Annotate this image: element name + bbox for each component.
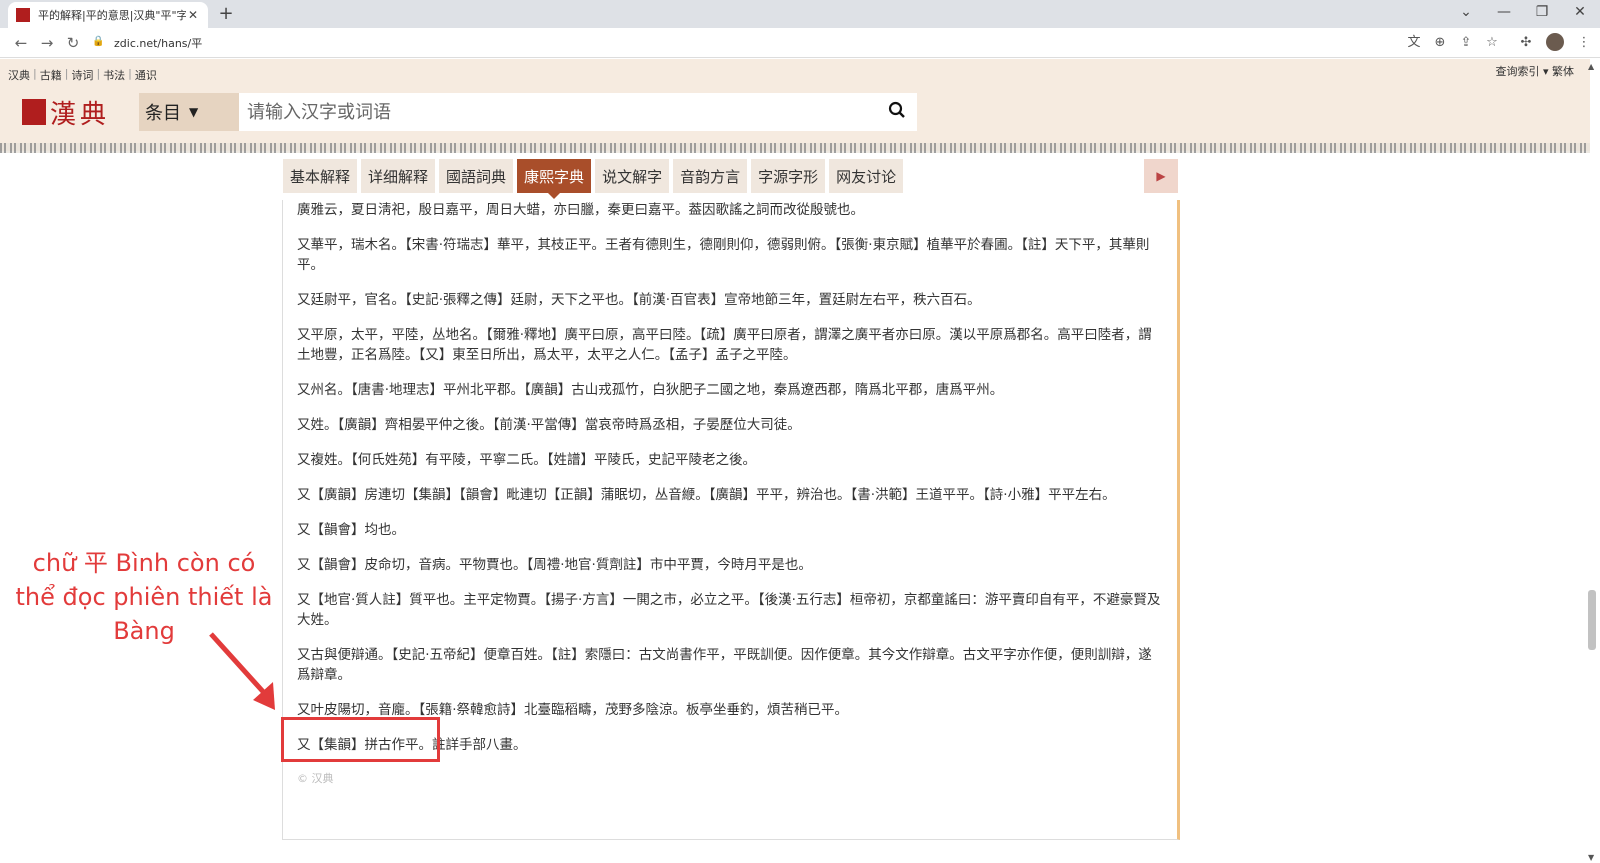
zdic-favicon-icon <box>16 8 30 22</box>
minimize-button[interactable]: — <box>1494 4 1514 20</box>
back-arrow-icon[interactable]: ← <box>8 30 34 56</box>
share-icon[interactable]: ⇪ <box>1456 33 1476 53</box>
logo-text: 漢典 <box>50 99 111 130</box>
profile-avatar[interactable] <box>1546 33 1564 51</box>
translate-icon[interactable]: 文 <box>1404 33 1424 53</box>
tab-ziyuan[interactable]: 字源字形 <box>751 159 826 193</box>
url-field[interactable]: 🔒 zdic.net/hans/平 <box>92 31 1392 55</box>
entry-paragraph: 又複姓。【何氏姓苑】有平陵，平寧二氏。【姓譜】平陵氏，史記平陵老之後。 <box>297 452 756 468</box>
entry-paragraph: 又州名。【唐書·地理志】平州北平郡。【廣韻】古山戎孤竹，白狄肥子二國之地，秦爲遼… <box>297 382 1004 398</box>
tab-guoyu[interactable]: 國語詞典 <box>439 159 514 193</box>
close-window-button[interactable]: ✕ <box>1570 4 1590 20</box>
entry-paragraph: 又【地官·質人註】質平也。主平定物賈。【揚子·方言】一閧之市，必立之平。【後漢·… <box>297 592 1161 628</box>
tab-basic[interactable]: 基本解释 <box>283 159 358 193</box>
scrollbar-thumb[interactable] <box>1588 590 1596 650</box>
url-text: zdic.net/hans/平 <box>114 37 203 50</box>
tab-detailed[interactable]: 详细解释 <box>361 159 436 193</box>
tab-kangxi[interactable]: 康熙字典 <box>517 159 592 199</box>
browser-tabbar: 平的解释|平的意思|汉典"平"字的 ✕ + ⌄ — ❐ ✕ <box>0 0 1600 28</box>
index-and-traditional-link[interactable]: 查询索引 ▾ 繁体 <box>1495 63 1574 79</box>
restore-button[interactable]: ❐ <box>1532 4 1552 20</box>
site-logo[interactable]: 漢典 <box>22 97 110 130</box>
search-icon[interactable] <box>877 101 917 124</box>
site-header: 汉典 | 古籍 | 诗词 | 书法 | 通识 查询索引 ▾ 繁体 漢典 条目 ▼ <box>0 59 1590 151</box>
entry-paragraph: 又【廣韻】房連切【集韻】【韻會】毗連切【正韻】蒲眠切，丛音緶。【廣韻】平平，辨治… <box>297 487 1116 503</box>
top-link-guji[interactable]: 古籍 <box>40 67 62 83</box>
entry-paragraph: 又【韻會】均也。 <box>297 522 405 538</box>
entry-paragraph: 又【韻會】皮命切，音病。平物賈也。【周禮·地官·質劑註】市中平賈，今時月平是也。 <box>297 557 812 573</box>
copyright-footer: © 汉典 <box>297 772 334 785</box>
top-link-shufa[interactable]: 书法 <box>103 67 125 83</box>
reload-icon[interactable]: ↻ <box>60 30 86 56</box>
entry-paragraph: 廣雅云，夏日淸祀，殷日嘉平，周日大蜡，亦曰臘，秦更曰嘉平。葢因歌謠之詞而改從殷號… <box>297 202 864 218</box>
address-bar: ← → ↻ 🔒 zdic.net/hans/平 文 ⊕ ⇪ ☆ ✣ ⋮ <box>0 28 1600 58</box>
dictionary-tabs: 基本解释 详细解释 國語詞典 康熙字典 说文解字 音韵方言 字源字形 网友讨论 <box>283 159 904 199</box>
entry-paragraph: 又姓。【廣韻】齊相晏平仲之後。【前漢·平當傳】當哀帝時爲丞相，子晏歷位大司徒。 <box>297 417 801 433</box>
entry-paragraph: 又廷尉平，官名。【史記·張釋之傳】廷尉，天下之平也。【前漢·百官表】宣帝地節三年… <box>297 292 981 308</box>
tab-next-arrow-icon[interactable]: ▶ <box>1144 159 1178 193</box>
forward-arrow-icon[interactable]: → <box>34 30 60 56</box>
search-box <box>239 93 917 131</box>
scroll-up-icon[interactable]: ▲ <box>1588 62 1594 71</box>
more-menu-icon[interactable]: ⋮ <box>1574 33 1594 53</box>
decorative-border <box>0 143 1590 153</box>
annotation-highlight-box <box>281 717 440 762</box>
bookmark-star-icon[interactable]: ☆ <box>1482 33 1502 53</box>
entry-paragraph: 又華平，瑞木名。【宋書·符瑞志】華平，其枝正平。王者有德則生，德剛則仰，德弱則俯… <box>297 237 1150 273</box>
category-label: 条目 <box>145 103 181 124</box>
search-input[interactable] <box>247 101 877 123</box>
page: 汉典| 古籍| 诗词| 书法| 通识 查询索引 ▾ 繁体 漢典 条目 ▼ <box>0 59 1600 863</box>
top-links: 汉典 | 古籍 | 诗词 | 书法 | 通识 <box>8 67 157 83</box>
top-link-hantian[interactable]: 汉典 <box>8 67 30 83</box>
seal-icon <box>22 99 46 125</box>
extensions-icon[interactable]: ✣ <box>1516 33 1536 53</box>
caret-down-icon: ▼ <box>189 105 199 119</box>
top-link-tongshi[interactable]: 通识 <box>135 67 157 83</box>
tab-search-icon[interactable]: ⌄ <box>1456 4 1476 20</box>
browser-tab[interactable]: 平的解释|平的意思|汉典"平"字的 ✕ <box>8 2 208 28</box>
tab-yinyun[interactable]: 音韵方言 <box>673 159 748 193</box>
top-link-shici[interactable]: 诗词 <box>71 67 93 83</box>
annotation-arrow-icon <box>209 632 275 710</box>
scroll-down-icon[interactable]: ▼ <box>1588 853 1594 862</box>
tab-discussion[interactable]: 网友讨论 <box>829 159 904 193</box>
lock-icon: 🔒 <box>92 36 105 47</box>
zoom-icon[interactable]: ⊕ <box>1430 33 1450 53</box>
tab-shuowen[interactable]: 说文解字 <box>595 159 670 193</box>
tab-title: 平的解释|平的意思|汉典"平"字的 <box>38 9 186 22</box>
new-tab-button[interactable]: + <box>216 4 236 24</box>
entry-paragraph: 又古與便辯通。【史記·五帝紀】便章百姓。【註】索隱曰：古文尚書作平，平既訓便。因… <box>297 647 1152 683</box>
category-select[interactable]: 条目 ▼ <box>139 93 239 131</box>
search-group: 条目 ▼ <box>139 93 917 131</box>
entry-paragraph: 又平原，太平，平陸，丛地名。【爾雅·釋地】廣平曰原，高平曰陸。【疏】廣平曰原者，… <box>297 327 1152 363</box>
tab-close-icon[interactable]: ✕ <box>186 8 200 22</box>
